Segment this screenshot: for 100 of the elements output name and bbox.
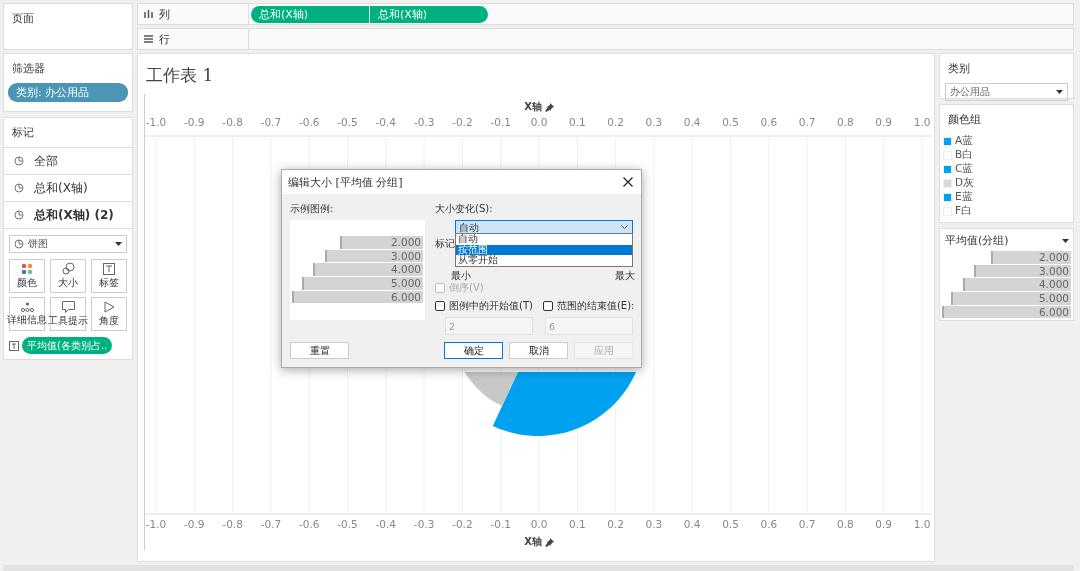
chevron-down-icon (621, 225, 628, 229)
pie-icon (14, 239, 24, 249)
size-bar: 2.000 (991, 251, 1071, 264)
axis-tick: -0.7 (260, 116, 282, 128)
size-bar: 5.000 (951, 292, 1071, 305)
legend-label: D灰 (955, 176, 975, 190)
axis-tick: 0.7 (798, 116, 816, 128)
axis-tick: 0.5 (722, 116, 739, 128)
mark-property-button[interactable]: 详细信息 (9, 297, 45, 331)
axis-tick: -0.5 (337, 116, 358, 128)
axis-tick: -0.9 (184, 116, 205, 128)
axis-tick: 0.8 (837, 518, 854, 530)
mark-property-button[interactable]: 大小 (50, 259, 86, 293)
sample-legend-label: 示例图例: (290, 203, 334, 214)
sheet-title: 工作表 1 (145, 64, 215, 87)
size-bar: 2.000 (340, 236, 423, 249)
axis-tick: -0.6 (298, 116, 320, 128)
clock-icon (14, 156, 24, 166)
mark-property-button[interactable]: 颜色 (9, 259, 45, 293)
text-label-icon (9, 340, 19, 351)
axis-tick: -0.3 (413, 116, 435, 128)
size-bar: 6.000 (292, 290, 423, 304)
axis-tick: -0.6 (298, 518, 320, 530)
pin-icon[interactable] (544, 102, 554, 112)
axis-title: X轴 (524, 100, 542, 114)
marks-layer[interactable]: 总和(X轴) (4, 174, 132, 201)
color-dots-icon (21, 262, 33, 275)
menu-caret-icon[interactable] (1062, 238, 1069, 243)
detail-dots-icon (20, 301, 34, 312)
min-label: 最小 (451, 270, 471, 281)
axis-tick: 1.0 (913, 518, 931, 530)
axis-tick: 0.0 (530, 518, 548, 530)
legend-label: B白 (955, 148, 974, 162)
size-circles-icon (61, 262, 75, 275)
category-dropdown[interactable]: 办公用品 (945, 83, 1068, 101)
axis-tick: 0.3 (645, 518, 663, 530)
axis-tick: -0.9 (184, 518, 205, 530)
axis-tick: -0.7 (260, 518, 282, 530)
size-bar: 3.000 (324, 249, 423, 263)
dropdown-option[interactable]: 按范围 (456, 244, 632, 255)
pages-title: 页面 (11, 11, 35, 27)
axis-tick: 0.1 (568, 518, 586, 530)
axis-tick: 0.9 (875, 116, 893, 128)
axis-tick: 0.4 (683, 116, 701, 128)
size-label: 大小变化(S): (435, 203, 493, 214)
size-bar: 3.000 (974, 264, 1071, 278)
close-icon[interactable] (623, 177, 633, 187)
pin-icon[interactable] (544, 537, 554, 547)
dropdown-option[interactable]: 从零开始 (456, 255, 632, 266)
legend-label: A蓝 (955, 134, 974, 148)
axis-tick: 0.2 (607, 116, 624, 128)
dialog-button[interactable]: 重置 (290, 342, 349, 359)
size-bar: 6.000 (942, 305, 1071, 319)
axis-tick: -0.1 (490, 518, 511, 530)
clock-icon (14, 210, 24, 220)
axis-tick: -1.0 (145, 116, 167, 128)
marks-layer[interactable]: 总和(X轴) (2) (4, 201, 132, 228)
axis-tick: -0.1 (490, 116, 511, 128)
marks-layer[interactable]: 全部 (4, 147, 132, 174)
caret-icon[interactable] (1056, 90, 1063, 94)
mark-property-button[interactable]: 标签 (91, 259, 127, 293)
mark-property-button[interactable]: 角度 (91, 297, 127, 331)
dialog-title: 编辑大小 [平均值 分组] (288, 174, 403, 190)
axis-tick: 0.1 (568, 116, 586, 128)
speech-bubble-icon (61, 300, 75, 313)
mark-size-label: 标记 (435, 238, 455, 251)
mark-type-dropdown[interactable]: 饼图 (9, 235, 127, 253)
axis-tick: 0.0 (530, 116, 548, 128)
shelf-label: 行 (159, 31, 170, 47)
axis-tick: -0.2 (452, 116, 473, 128)
axis-tick: -1.0 (145, 518, 167, 530)
legend-label: E蓝 (955, 190, 973, 204)
rows-icon (144, 35, 153, 43)
axis-tick: 0.7 (798, 518, 816, 530)
caret-icon[interactable] (115, 242, 122, 246)
dialog-button[interactable]: 取消 (509, 342, 568, 359)
axis-tick: 0.2 (607, 518, 624, 530)
axis-tick: 0.6 (760, 116, 778, 128)
mark-property-button[interactable]: 工具提示 (50, 297, 86, 331)
dropdown-option[interactable]: 自动 (456, 234, 632, 245)
axis-title: X轴 (524, 535, 542, 549)
text-label-icon (103, 262, 115, 275)
checkbox[interactable]: 图例中的开始值(T) (435, 299, 533, 313)
axis-tick: -0.2 (452, 518, 473, 530)
clock-icon (14, 183, 24, 193)
legend-label: C蓝 (955, 162, 974, 176)
axis-tick: 0.8 (837, 116, 854, 128)
checkbox[interactable]: 范围的结束值(E): (542, 299, 635, 313)
angle-icon (103, 300, 115, 313)
axis-tick: -0.8 (222, 518, 243, 530)
filters-title: 筛选器 (11, 61, 46, 77)
size-dropdown[interactable]: 自动 (455, 220, 633, 234)
axis-tick: 0.9 (875, 518, 893, 530)
axis-tick: 0.4 (683, 518, 701, 530)
dialog-button[interactable]: 确定 (444, 342, 503, 359)
legend-title: 平均值(分组) (945, 233, 1009, 248)
axis-tick: 0.3 (645, 116, 663, 128)
axis-tick: -0.3 (413, 518, 435, 530)
marks-title: 标记 (11, 125, 35, 141)
axis-tick: -0.8 (222, 116, 243, 128)
